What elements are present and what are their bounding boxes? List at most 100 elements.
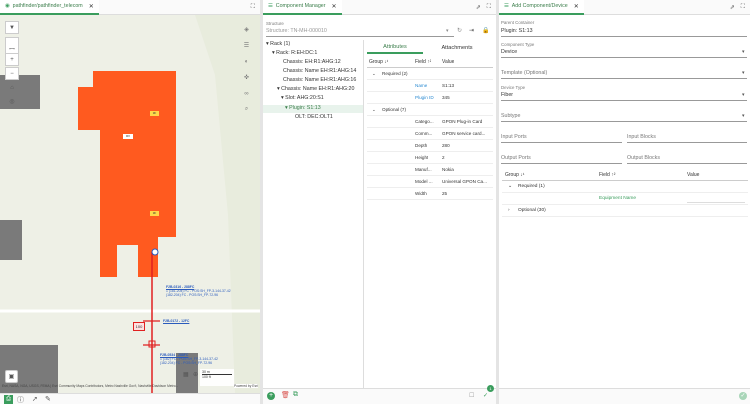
tree-node[interactable]: Chassis: EH:R1:AHG:12 — [283, 59, 341, 65]
zoom-in-button[interactable]: + — [5, 53, 19, 66]
group-row[interactable]: › Optional (30) — [502, 205, 748, 217]
crosshair-icon[interactable]: ✜ — [240, 71, 253, 84]
device-type-label: Device Type — [501, 85, 526, 90]
field-cell: Depth — [415, 143, 428, 148]
parent-container-field[interactable]: Plugin: S1:13 — [501, 28, 533, 34]
chevron-down-icon[interactable]: ▾ — [742, 92, 745, 98]
map-cable-label[interactable]: F2B-0316 - 288FC 1 (181-204) FC - POS:SH… — [166, 285, 231, 297]
output-blocks-field[interactable]: Output Blocks — [627, 155, 660, 161]
field-cell: Model ... — [415, 179, 433, 184]
table-row[interactable]: Manuf... Nokia — [367, 164, 493, 176]
map-cable-label[interactable]: F2B-0172 - 12FC — [163, 319, 189, 323]
input-ports-field[interactable]: Input Ports — [501, 134, 527, 140]
link-icon[interactable]: ∞ — [240, 87, 253, 100]
tree-node[interactable]: ▾ Rack (1) — [266, 41, 290, 47]
output-ports-field[interactable]: Output Ports — [501, 155, 531, 161]
table-row[interactable]: Comm... GPON service card... — [367, 128, 493, 140]
table-row[interactable]: Plugin ID 345 — [367, 92, 493, 104]
tree-node-label: OLT: DEC:OLT1 — [295, 114, 333, 120]
locate-icon[interactable]: ◎ — [5, 95, 19, 108]
zoom-out-button[interactable]: − — [5, 67, 19, 80]
table-row[interactable]: Depth 280 — [367, 140, 493, 152]
map-icon: ◉ — [5, 3, 10, 9]
group-row[interactable]: ⌄ Required (2) — [367, 68, 493, 80]
cursor-icon[interactable]: ➚ — [32, 395, 38, 403]
tree-node[interactable]: OLT: DEC:OLT1 — [295, 114, 333, 120]
table-row[interactable]: Equipment Name — [502, 193, 748, 205]
value-input[interactable] — [687, 194, 745, 203]
tree-node[interactable]: Chassis: Name EH:R1:AHG:16 — [283, 77, 356, 83]
template-select[interactable]: Template (Optional) — [501, 70, 547, 76]
tree-node-selected[interactable]: ▾ Plugin: S1:13 — [285, 105, 321, 111]
compass-icon[interactable]: ◐ — [240, 55, 253, 68]
locate-icon[interactable]: ⇥ — [469, 27, 474, 34]
layers-icon[interactable]: ◈ — [240, 23, 253, 36]
component-type-select[interactable]: Device — [501, 49, 517, 55]
tab-component-manager[interactable]: ☰ Component Manager ✕ — [263, 0, 342, 15]
map-cable-label[interactable]: F2B-0534 - 288FC 1 (182) FC - POS:SH_FP-… — [160, 353, 218, 365]
structure-select[interactable]: Structure: TN-MH-000010 — [266, 28, 327, 34]
device-type-select[interactable]: Fiber — [501, 92, 513, 98]
map-extra-icon[interactable]: ▦ — [183, 371, 189, 378]
table-row[interactable]: Name S1:13 — [367, 80, 493, 92]
col-header-field[interactable]: Field ↑² — [599, 172, 615, 178]
col-header-value[interactable]: Value — [687, 172, 699, 178]
list-icon[interactable]: ☰ — [240, 39, 253, 52]
table-row[interactable]: Height 2 — [367, 152, 493, 164]
expand-icon[interactable]: ⛶ — [741, 4, 745, 11]
filter-icon[interactable]: ▼ — [5, 21, 19, 34]
close-icon[interactable]: ✕ — [89, 3, 94, 10]
map-canvas[interactable]: 3F RV 3F 100 F2B-0316 - 288FC 1 (181-204… — [0, 15, 260, 393]
chevron-down-icon[interactable]: ▾ — [742, 70, 745, 76]
refresh-icon[interactable]: ↻ — [457, 27, 462, 34]
delete-icon[interactable]: 🗑 — [281, 391, 290, 399]
external-link-icon[interactable]: ⇗ — [730, 4, 735, 11]
external-link-icon[interactable]: ⇗ — [476, 4, 481, 11]
map-marker[interactable]: 3F — [150, 211, 159, 216]
chevron-down-icon[interactable]: ▾ — [446, 28, 449, 34]
group-row[interactable]: ⌄ Optional (7) — [367, 104, 493, 116]
tab-add-component[interactable]: ☰ Add Component/Device ✕ — [499, 0, 584, 15]
confirm-icon[interactable]: ✓ — [739, 392, 747, 400]
close-icon[interactable]: ✕ — [574, 3, 579, 10]
col-header-group[interactable]: Group ↓¹ — [369, 59, 388, 65]
lock-icon[interactable]: 🔒 — [482, 27, 489, 34]
chevron-down-icon[interactable]: ▾ — [742, 113, 745, 119]
search-icon[interactable]: ⌕ — [240, 103, 253, 116]
edit-icon[interactable]: ✎ — [45, 395, 51, 403]
tree-node[interactable]: ▾ Rack: R:EH:DC:1 — [272, 50, 317, 56]
input-blocks-field[interactable]: Input Blocks — [627, 134, 656, 140]
copy-icon[interactable]: ⧉ — [293, 391, 298, 399]
checkbox-icon[interactable]: ☐ — [469, 392, 474, 399]
chevron-down-icon[interactable]: ▾ — [742, 49, 745, 55]
table-header: Group ↓¹ Field ↑² Value — [367, 56, 493, 68]
parent-container-label: Parent Container — [501, 20, 535, 25]
map-marker[interactable]: 3F — [150, 111, 159, 116]
subtype-select[interactable]: Subtype — [501, 113, 520, 119]
group-row[interactable]: ⌄ Required (1) — [502, 181, 748, 193]
map-extra-icon[interactable]: ⊕ — [193, 371, 198, 378]
check-icon[interactable]: ✓ — [483, 392, 488, 399]
table-row[interactable]: Catego... GPON Plug-in Card — [367, 116, 493, 128]
home-icon[interactable]: ⌂ — [5, 81, 19, 94]
table-row[interactable]: Model ... Universal GPON Ca... — [367, 176, 493, 188]
tab-attachments[interactable]: Attachments — [429, 42, 485, 54]
expand-icon[interactable]: ⛶ — [251, 4, 255, 11]
tab-attributes[interactable]: Attributes — [367, 42, 423, 54]
tab-map[interactable]: ◉ pathfinder/pathfinder_telecom ✕ — [0, 0, 99, 15]
map-marker[interactable]: RV — [123, 134, 133, 139]
expand-icon[interactable]: ⛶ — [487, 4, 491, 11]
close-icon[interactable]: ✕ — [332, 3, 337, 10]
tree-node[interactable]: Chassis: Name EH:R1:AHG:14 — [283, 68, 356, 74]
save-icon[interactable]: ⎙ — [4, 395, 13, 404]
col-header-value[interactable]: Value — [442, 59, 454, 65]
tree-node[interactable]: ▾ Chassis: Name EH:R1:AHG:20 — [277, 86, 354, 92]
col-header-field[interactable]: Field ↑² — [415, 59, 431, 65]
map-badge-100[interactable]: 100 — [133, 322, 145, 331]
add-icon[interactable]: + — [267, 392, 275, 400]
basemap-icon[interactable]: ▣ — [5, 370, 18, 383]
info-icon[interactable]: ⓘ — [17, 395, 24, 404]
col-header-group[interactable]: Group ↓¹ — [505, 172, 524, 178]
table-row[interactable]: Width 25 — [367, 188, 493, 200]
tree-node[interactable]: ▾ Slot: AHG:20:S1 — [281, 95, 324, 101]
